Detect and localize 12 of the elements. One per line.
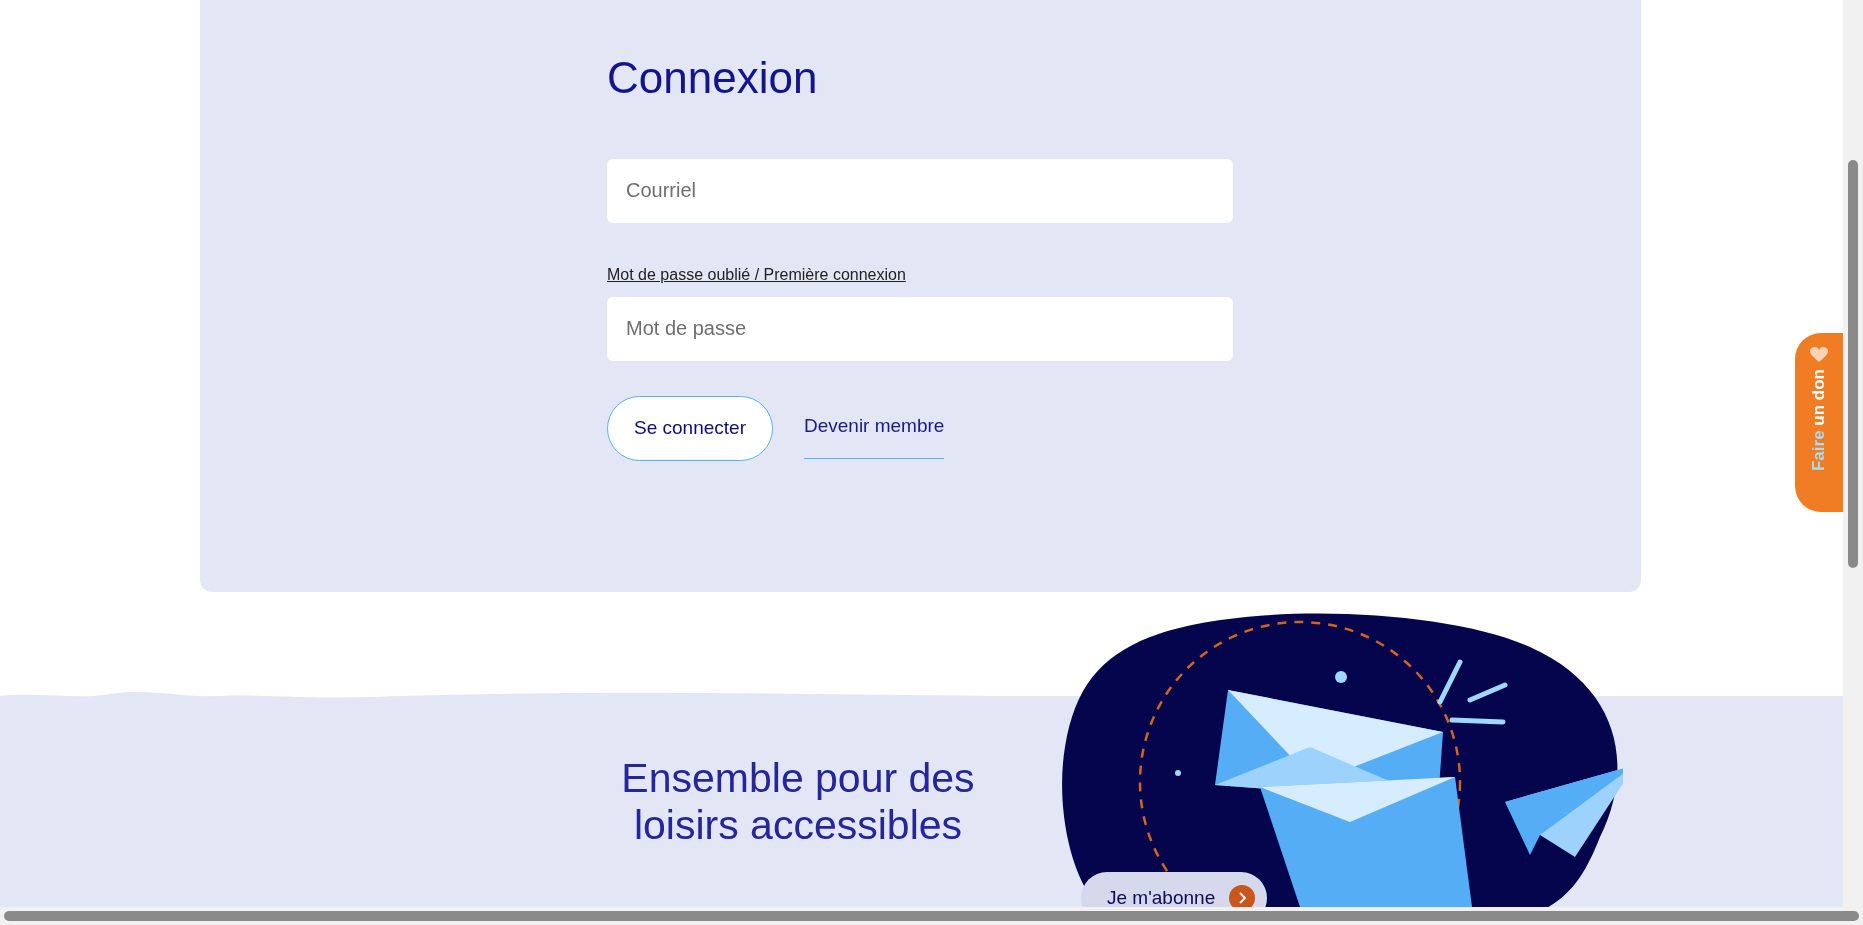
newsletter-heading: Ensemble pour des loisirs accessibles [620,755,976,851]
subscribe-button[interactable]: Je m'abonne [1081,872,1268,907]
vertical-scrollbar[interactable] [1843,0,1863,907]
heart-icon [1810,347,1828,363]
register-link[interactable]: Devenir membre [803,397,945,460]
login-button[interactable]: Se connecter [607,395,773,461]
email-field[interactable]: Courriel [607,158,1233,223]
horizontal-scrollbar[interactable] [0,907,1863,925]
password-field[interactable]: Mot de passe [607,296,1233,361]
login-title: Connexion [607,52,819,104]
chevron-right-icon [1229,885,1256,907]
forgot-password-link[interactable]: Mot de passe oublié / Première connexion [607,262,906,287]
